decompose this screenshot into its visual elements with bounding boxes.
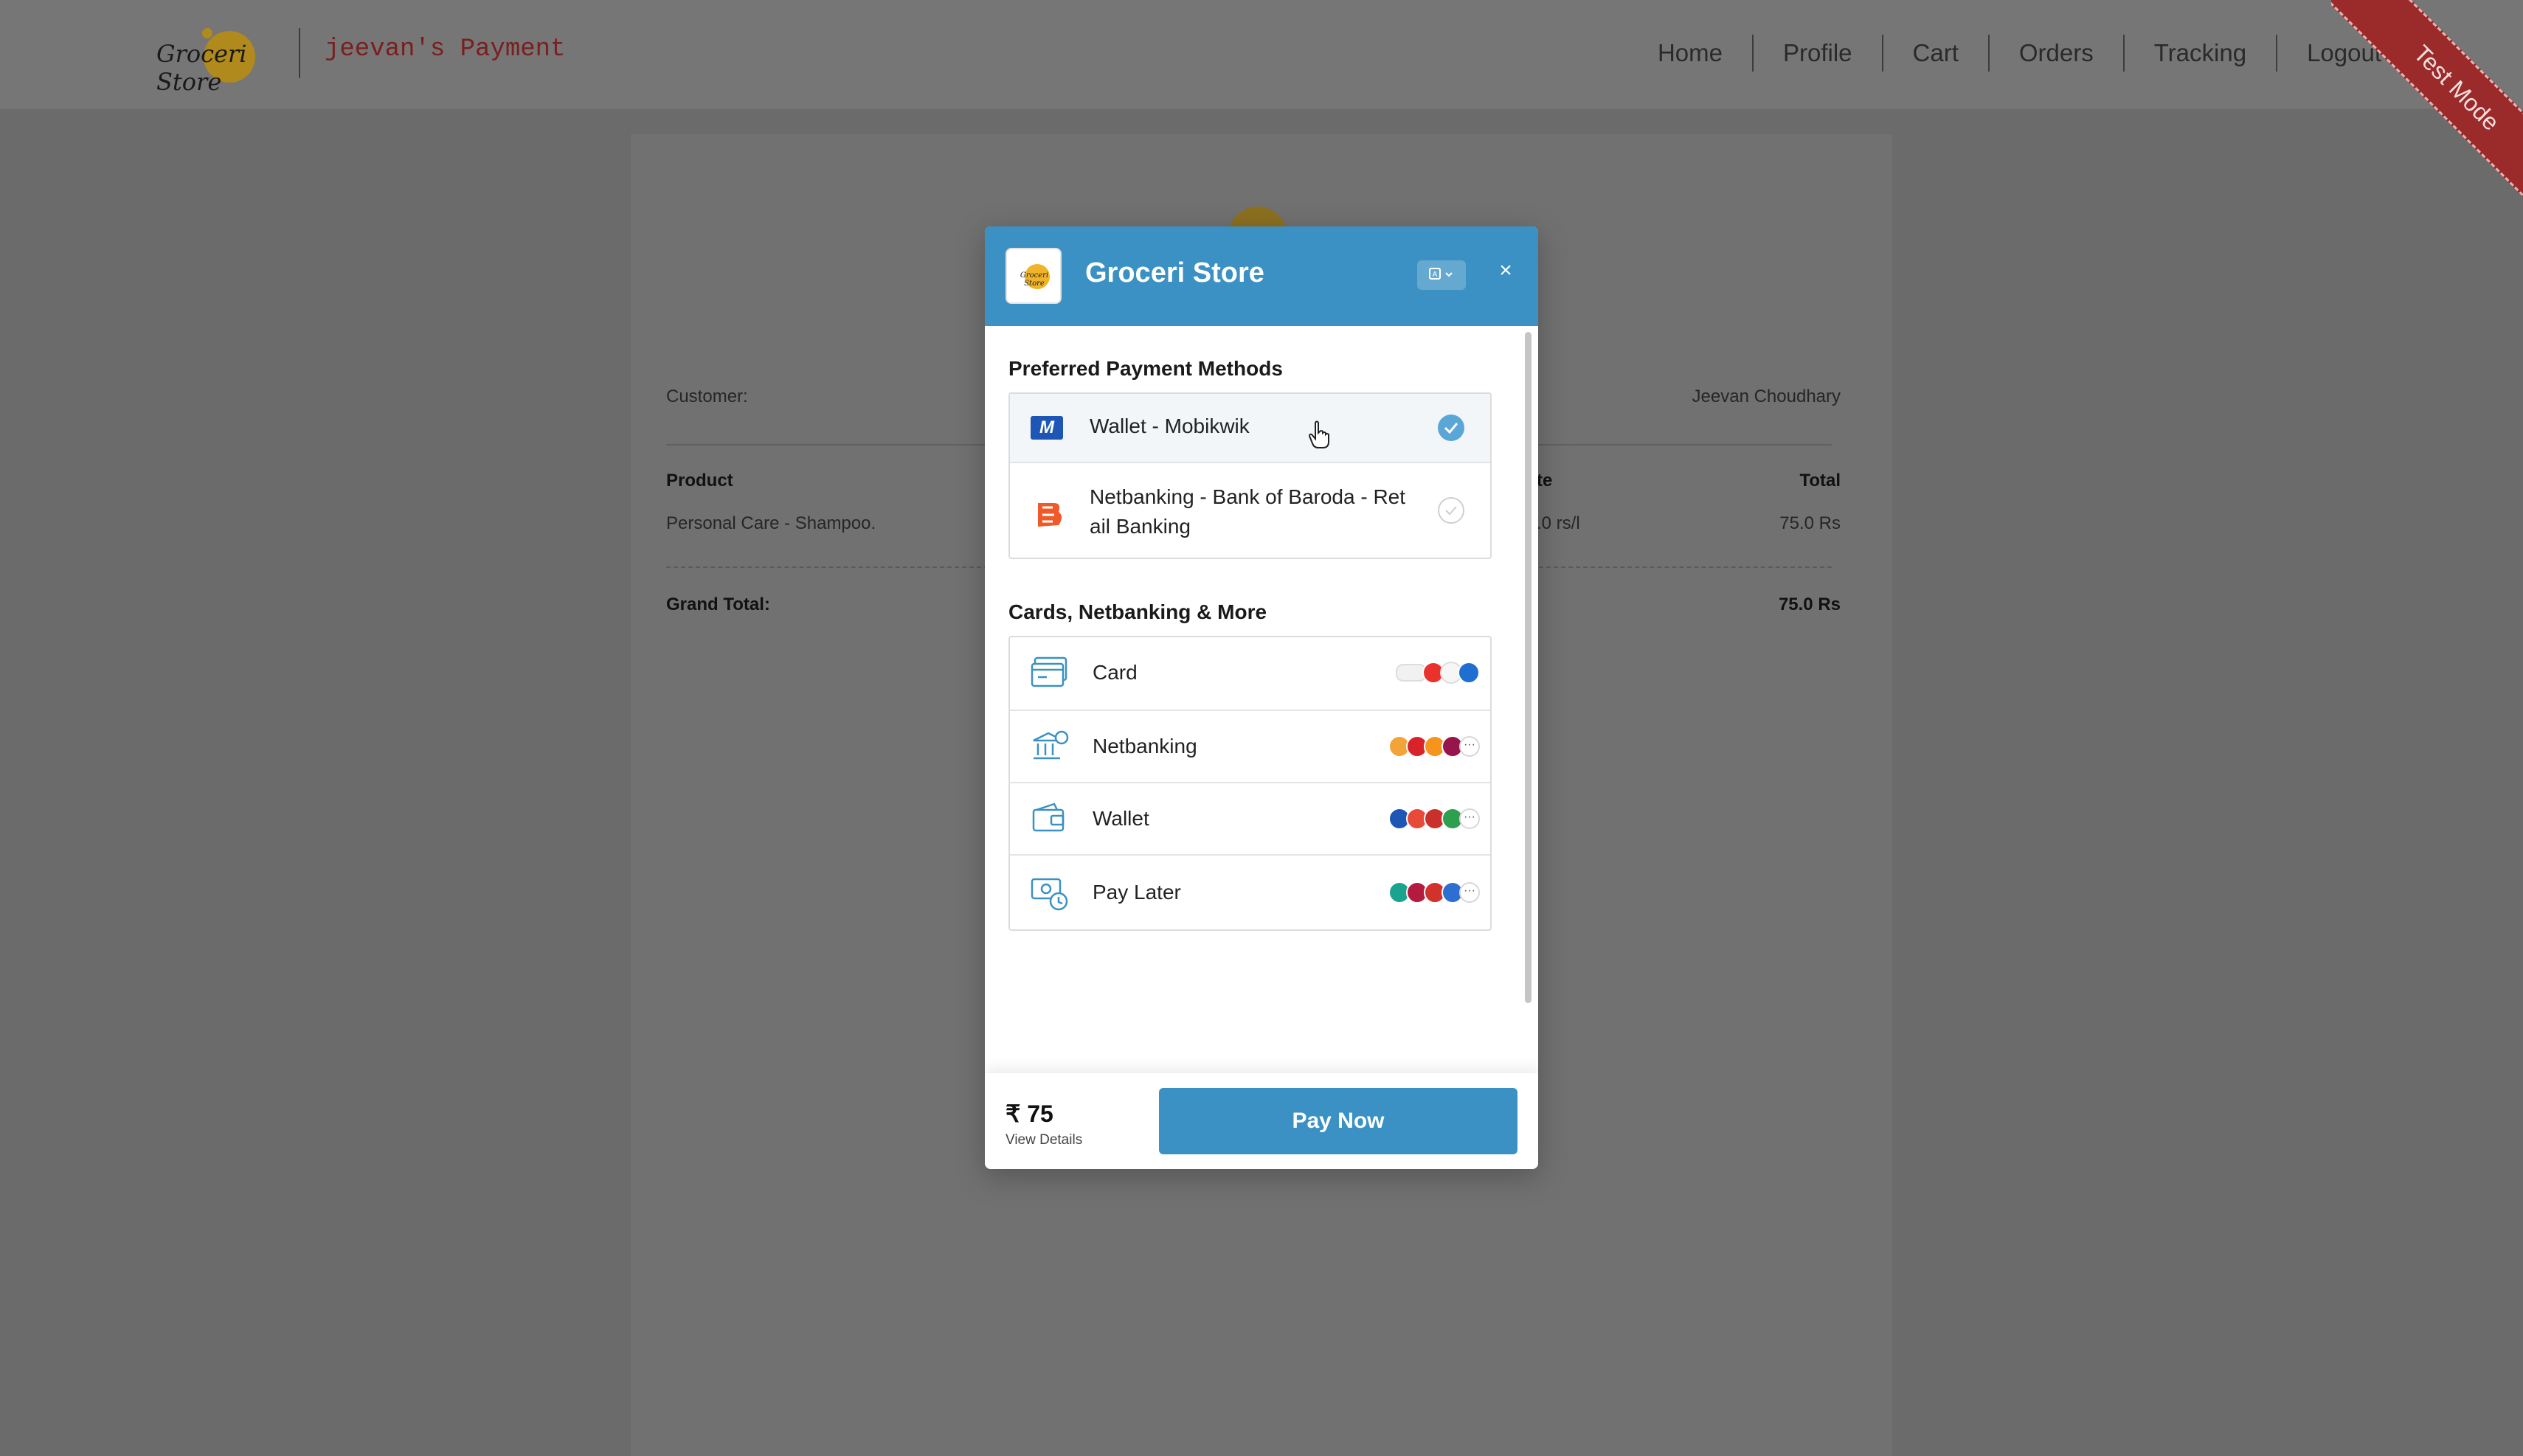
card-icon bbox=[1031, 655, 1069, 693]
nav-links: Home Profile Cart Orders Tracking Logout bbox=[1628, 31, 2411, 75]
grand-total-label: Grand Total: bbox=[666, 594, 770, 614]
mobikwik-icon: M bbox=[1031, 416, 1063, 440]
preferred-method-label-line1: Netbanking - Bank of Baroda - Ret bbox=[1090, 485, 1406, 508]
selected-check-icon bbox=[1438, 415, 1464, 441]
method-label: Netbanking bbox=[1093, 735, 1197, 758]
page-subtitle: jeevan's Payment bbox=[325, 35, 566, 63]
more-icon: ··· bbox=[1459, 882, 1480, 903]
checkout-footer: ₹ 75 View Details Pay Now bbox=[985, 1073, 1538, 1169]
checkout-modal: Groceri Store Groceri Store A × Preferre… bbox=[985, 226, 1538, 1169]
nav-link-cart[interactable]: Cart bbox=[1881, 35, 1988, 72]
language-selector[interactable]: A bbox=[1417, 260, 1466, 290]
nav-link-home[interactable]: Home bbox=[1628, 35, 1752, 72]
maestro-logo-icon bbox=[1458, 662, 1480, 684]
preferred-methods-list: M Wallet - Mobikwik Netbanking - Bank of… bbox=[1008, 392, 1492, 559]
nav-link-orders[interactable]: Orders bbox=[1987, 35, 2123, 72]
pay-later-icon bbox=[1031, 875, 1069, 915]
item-rate: .0 rs/l bbox=[1537, 513, 1580, 533]
svg-text:A: A bbox=[1433, 271, 1438, 279]
checkout-header: Groceri Store Groceri Store A × bbox=[985, 226, 1538, 326]
wallet-icon bbox=[1031, 801, 1069, 839]
method-label: Pay Later bbox=[1093, 881, 1181, 904]
preferred-method-label: Wallet - Mobikwik bbox=[1090, 415, 1250, 437]
pay-now-button[interactable]: Pay Now bbox=[1159, 1088, 1517, 1154]
brand-logo-text: Groceri Store bbox=[156, 40, 247, 96]
payment-methods-list: Card Netbanking ··· Wallet ··· Pay Later… bbox=[1008, 636, 1492, 931]
preferred-method-bank-of-baroda[interactable]: Netbanking - Bank of Baroda - Ret ail Ba… bbox=[1010, 462, 1490, 558]
scrollbar[interactable] bbox=[1521, 332, 1534, 1010]
more-methods-title: Cards, Netbanking & More bbox=[1008, 600, 1267, 623]
close-icon[interactable]: × bbox=[1492, 256, 1519, 285]
test-mode-ribbon: Test Mode bbox=[2331, 0, 2523, 199]
customer-label: Customer: bbox=[666, 386, 748, 406]
column-header-product: Product bbox=[666, 471, 733, 490]
hand-cursor-icon bbox=[1308, 420, 1333, 453]
unselected-check-icon bbox=[1438, 497, 1464, 524]
method-wallet[interactable]: Wallet ··· bbox=[1010, 782, 1490, 854]
nav-link-tracking[interactable]: Tracking bbox=[2122, 35, 2276, 72]
brand-divider bbox=[299, 28, 300, 78]
method-netbanking[interactable]: Netbanking ··· bbox=[1010, 710, 1490, 782]
brand-logo[interactable]: Groceri Store bbox=[156, 22, 282, 96]
method-label: Wallet bbox=[1093, 807, 1149, 830]
item-total: 75.0 Rs bbox=[1779, 513, 1841, 533]
item-product: Personal Care - Shampoo. bbox=[666, 513, 876, 533]
method-label: Card bbox=[1093, 661, 1138, 684]
column-header-total: Total bbox=[1799, 471, 1841, 490]
more-icon: ··· bbox=[1459, 808, 1480, 829]
merchant-logo-text: Groceri Store bbox=[1020, 271, 1049, 288]
nav-link-profile[interactable]: Profile bbox=[1751, 35, 1882, 72]
bank-of-baroda-icon bbox=[1032, 499, 1065, 531]
grand-total-value: 75.0 Rs bbox=[1778, 594, 1841, 614]
merchant-logo: Groceri Store bbox=[1006, 248, 1062, 304]
merchant-name: Groceri Store bbox=[1085, 257, 1264, 288]
brand-logo-dot bbox=[202, 28, 212, 38]
translate-icon: A bbox=[1425, 268, 1458, 294]
card-network-logos bbox=[1396, 659, 1480, 686]
test-mode-label: Test Mode bbox=[2331, 0, 2523, 199]
bank-icon bbox=[1031, 729, 1069, 766]
column-header-rate: te bbox=[1537, 471, 1553, 490]
view-details-link[interactable]: View Details bbox=[1006, 1132, 1082, 1148]
pay-later-logos: ··· bbox=[1388, 879, 1480, 906]
payment-amount: ₹ 75 bbox=[1006, 1100, 1053, 1127]
preferred-method-mobikwik[interactable]: M Wallet - Mobikwik bbox=[1010, 394, 1490, 462]
bank-logos: ··· bbox=[1388, 733, 1480, 760]
top-navbar: Groceri Store jeevan's Payment Home Prof… bbox=[0, 0, 2523, 199]
customer-name: Jeevan Choudhary bbox=[1692, 386, 1841, 406]
method-card[interactable]: Card bbox=[1010, 637, 1490, 710]
preferred-methods-title: Preferred Payment Methods bbox=[1008, 357, 1283, 380]
scrollbar-thumb[interactable] bbox=[1525, 332, 1532, 1003]
checkout-body: Preferred Payment Methods M Wallet - Mob… bbox=[985, 326, 1538, 1078]
method-pay-later[interactable]: Pay Later ··· bbox=[1010, 854, 1490, 929]
preferred-method-label-line2: ail Banking bbox=[1090, 515, 1191, 538]
more-icon: ··· bbox=[1459, 736, 1480, 757]
wallet-logos: ··· bbox=[1388, 805, 1480, 832]
